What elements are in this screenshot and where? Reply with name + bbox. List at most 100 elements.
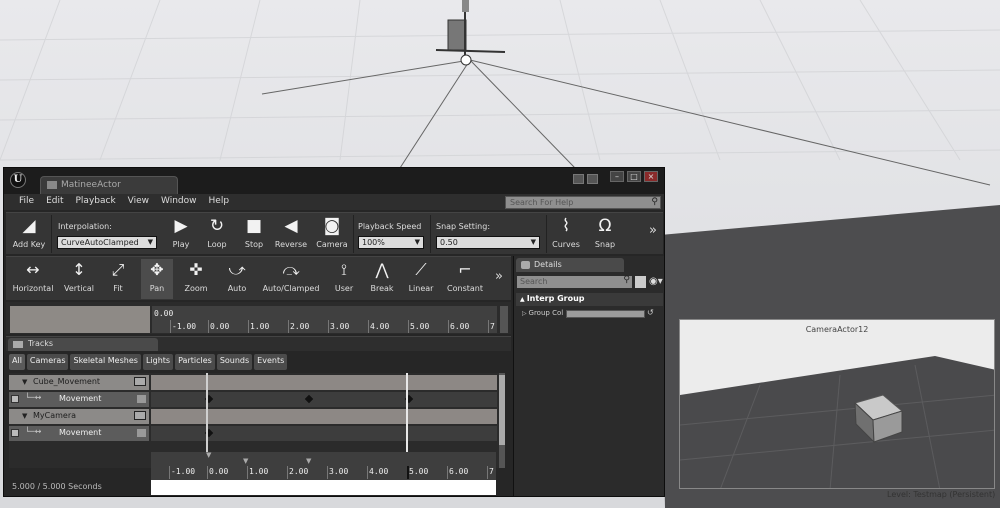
loop-marker-icon[interactable]: ▼ [243,457,248,465]
playback-speed-select[interactable]: 100% ▼ [358,236,424,249]
snap-setting-select[interactable]: 0.50 ▼ [436,236,540,249]
filter-events[interactable]: Events [254,354,288,370]
curve-scrollbar[interactable] [500,306,508,333]
minimize-button[interactable]: – [610,171,624,182]
tracks-tab[interactable]: Tracks [8,338,158,351]
chevron-right-icon: » [495,269,503,284]
close-button[interactable]: × [644,171,658,182]
track-group-row[interactable]: ▼ MyCamera [9,409,505,424]
collapse-triangle-icon: ▲ [520,296,527,303]
play-button[interactable]: ▶ Play [166,215,196,249]
stop-button[interactable]: ■ Stop [239,215,269,249]
keyframe-marker[interactable] [304,394,314,404]
curve-toolbar-overflow-button[interactable]: » [492,269,506,284]
filter-sounds[interactable]: Sounds [216,354,253,370]
eye-icon[interactable]: ◉▾ [649,276,663,288]
user-button[interactable]: ⟟ User [330,259,358,294]
fit-label: Fit [113,284,123,293]
matinee-icon [47,181,57,189]
vertical-fit-button[interactable]: ↕ Vertical [61,259,97,294]
auto-button[interactable]: ⤻ Auto [222,259,252,294]
collapse-triangle-icon[interactable]: ▼ [22,378,27,386]
loop-start-marker-icon[interactable]: ▼ [206,451,211,459]
title-bar[interactable]: U MatineeActor – □ × [4,168,664,194]
filter-all[interactable]: All [9,354,25,370]
menu-edit[interactable]: Edit [40,194,69,210]
scrollbar-thumb[interactable] [499,375,505,445]
add-key-button[interactable]: ◢ Add Key [11,215,47,249]
timeline-tick: 1.00 [249,467,269,476]
curve-editor[interactable]: 0.00 -1.00 0.00 1.00 2.00 3.00 4.00 5.00… [6,302,511,334]
filter-cameras[interactable]: Cameras [26,354,69,370]
magnet-icon: Ω [598,215,612,236]
details-icon [521,261,530,269]
track-list-scrollbar[interactable] [499,373,505,468]
filter-particles[interactable]: Particles [175,354,215,370]
horizontal-fit-button[interactable]: ↔ Horizontal [12,259,54,294]
timeline-scrollbar[interactable] [151,480,496,495]
matinee-window[interactable]: U MatineeActor – □ × File Edit Playback … [3,167,665,497]
document-tab[interactable]: MatineeActor [40,176,178,194]
search-help-input[interactable]: Search For Help ⚲ [505,196,661,209]
vertical-arrows-icon: ↕ [72,260,86,279]
graph-toggle-icon[interactable] [137,395,146,403]
search-icon: ⚲ [623,275,630,285]
reverse-icon: ◀ [284,215,298,236]
menu-playback[interactable]: Playback [70,194,122,210]
reset-arrow-icon[interactable]: ↺ [647,308,654,317]
curve-graph[interactable]: 0.00 -1.00 0.00 1.00 2.00 3.00 4.00 5.00… [152,306,497,333]
filter-skeletal-meshes[interactable]: Skeletal Meshes [70,354,141,370]
details-search-input[interactable]: Search ⚲ [517,275,632,288]
pan-button[interactable]: ✥ Pan [141,259,173,299]
user-tangent-icon: ⟟ [341,260,347,279]
folder-icon[interactable] [134,411,146,420]
break-button[interactable]: ⋀ Break [366,259,398,294]
track-row[interactable]: └─↔ Movement [9,392,505,407]
toolbar-overflow-button[interactable]: » [646,223,660,238]
loop-marker-icon[interactable]: ▼ [306,457,311,465]
menu-view[interactable]: View [122,194,155,210]
group-color-swatch[interactable] [566,310,645,318]
stop-label: Stop [244,240,264,249]
track-lane[interactable] [151,392,497,407]
camera-preview-title: CameraActor12 [805,325,869,334]
group-label: MyCamera [33,411,77,420]
layout-icon[interactable] [573,174,584,184]
constant-button[interactable]: ⌐ Constant [444,259,486,294]
loop-button[interactable]: ↻ Loop [202,215,232,249]
snap-button[interactable]: Ω Snap [590,215,620,249]
graph-toggle-icon[interactable] [137,429,146,437]
reverse-button[interactable]: ◀ Reverse [273,215,309,249]
interp-group-category[interactable]: ▲ Interp Group [516,293,663,306]
document-tab-label: MatineeActor [61,180,121,190]
group-lane[interactable] [151,375,497,390]
camera-icon: ◙ [323,215,341,236]
group-lane[interactable] [151,409,497,424]
zoom-button[interactable]: ✜ Zoom [180,259,212,294]
curves-button[interactable]: ⌇ Curves [550,215,582,249]
interpolation-select[interactable]: CurveAutoClamped ▼ [57,236,157,249]
camera-preview-viewport[interactable]: CameraActor12 [679,319,995,489]
menu-window[interactable]: Window [155,194,203,210]
maximize-button[interactable]: □ [627,171,641,182]
track-enable-checkbox[interactable] [11,395,19,403]
menu-help[interactable]: Help [203,194,236,210]
folder-icon[interactable] [134,377,146,386]
camera-button[interactable]: ◙ Camera [314,215,350,249]
track-enable-checkbox[interactable] [11,429,19,437]
view-options-grid-icon[interactable] [635,276,646,288]
details-tab[interactable]: Details [516,258,624,272]
layout-icon[interactable] [587,174,598,184]
group-color-label: Group Col [528,309,564,317]
auto-clamped-button[interactable]: ⤼ Auto/Clamped [260,259,322,294]
timeline-ruler[interactable]: ▼ ▼ ▼ -1.00 0.00 1.00 2.00 3.00 4.00 5.0… [151,451,496,480]
fit-button[interactable]: ⤢ Fit [104,259,132,294]
menu-file[interactable]: File [13,194,40,210]
track-lane[interactable] [151,426,497,441]
track-group-row[interactable]: ▼ Cube_Movement [9,375,505,390]
filter-lights[interactable]: Lights [142,354,174,370]
timeline-tick: 5.00 [409,467,429,476]
collapse-triangle-icon[interactable]: ▼ [22,412,27,420]
linear-button[interactable]: ⟋ Linear [404,259,438,294]
track-row[interactable]: └─↔ Movement [9,426,505,441]
